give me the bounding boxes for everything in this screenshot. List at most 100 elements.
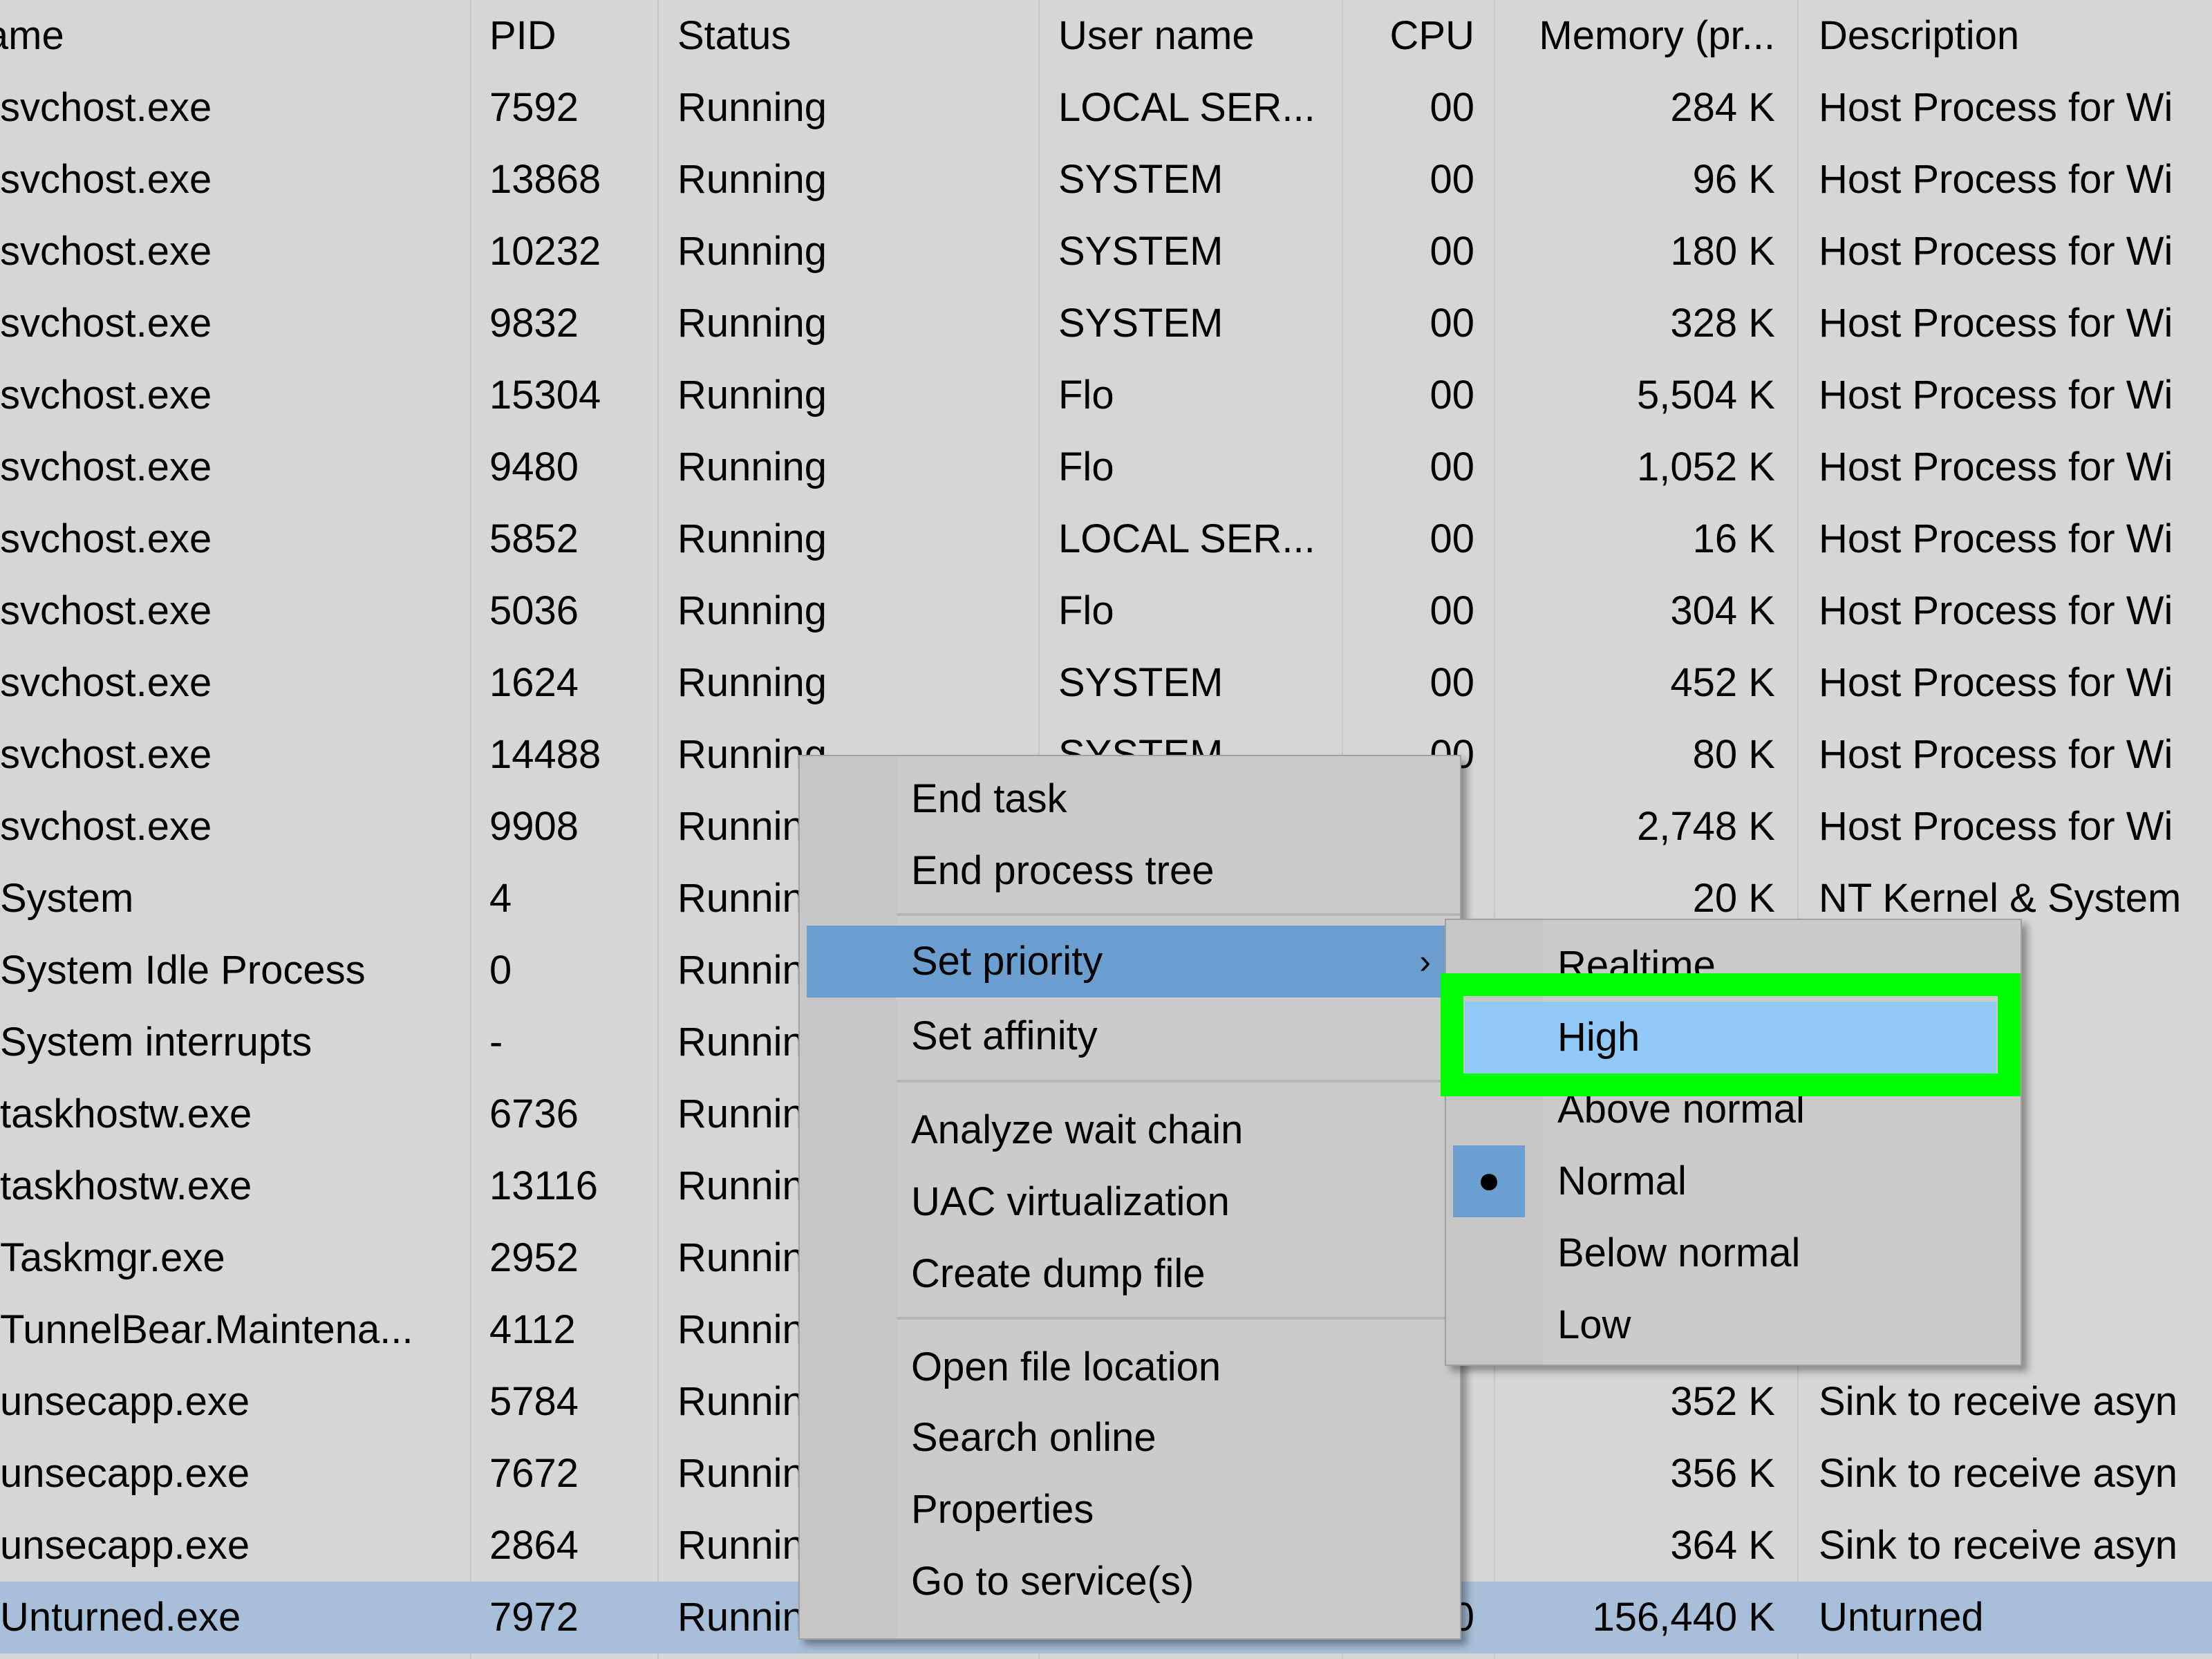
table-header: Name ⌃ PID Status User name CPU Memory (… [0,0,2212,72]
priority-option-below-normal[interactable]: Below normal [1446,1217,2021,1289]
menu-item-end-process-tree[interactable]: End process tree [800,835,1460,907]
cell-pid: 7592 [489,85,579,130]
cell-name: Unturned.exe [0,1595,241,1640]
menu-item-open-file-location[interactable]: Open file location [800,1331,1460,1403]
cell-name: svchost.exe [0,588,212,633]
cell-user: Flo [1058,444,1114,489]
highlight-box [1441,973,2021,1096]
menu-item-label: Open file location [911,1344,1221,1389]
cell-pid: 7972 [489,1595,579,1640]
cell-pid: 4112 [489,1307,576,1352]
table-row[interactable]: svchost.exe 1624 Running SYSTEM 00 452 K Host … [0,647,2212,719]
menu-item-analyze-wait-chain[interactable]: Analyze wait chain [800,1094,1460,1166]
cell-memory: 304 K [1670,588,1775,633]
cell-description: Host Process for Wi [1819,229,2173,274]
cell-memory: 2,748 K [1637,804,1775,849]
cell-user: LOCAL SER... [1058,85,1315,130]
cell-name: System interrupts [0,1020,312,1065]
menu-item-end-task[interactable]: End task [800,763,1460,835]
cell-status: Running [677,660,827,705]
chevron-right-icon: › [1419,942,1431,981]
table-row[interactable]: svchost.exe 5852 Running LOCAL SER... 00 16 K… [0,503,2212,575]
cell-cpu: 00 [1430,157,1474,202]
cell-pid: 4 [489,876,512,921]
cell-description: Unturned [1819,1595,1984,1640]
priority-option-label: Below normal [1557,1230,1801,1275]
cell-status: Running [677,229,827,274]
cell-name: svchost.exe [0,444,212,489]
cell-pid: 5036 [489,588,579,633]
table-row[interactable]: svchost.exe 13868 Running SYSTEM 00 96 K Host … [0,144,2212,216]
column-header-description[interactable]: Description [1819,0,2212,72]
menu-item-label: Analyze wait chain [911,1107,1244,1152]
column-header-user[interactable]: User name [1058,0,1335,72]
menu-item-label: Set affinity [911,1013,1098,1058]
table-row[interactable]: svchost.exe 15304 Running Flo 00 5,504 K Host … [0,359,2212,431]
menu-item-search-online[interactable]: Search online [800,1402,1460,1474]
cell-user: Flo [1058,373,1114,418]
table-row[interactable]: svchost.exe 5036 Running Flo 00 304 K Host Pro… [0,575,2212,647]
column-header-status[interactable]: Status [677,0,1023,72]
cell-pid: 10232 [489,229,601,274]
menu-item-set-priority[interactable]: Set priority › [807,926,1445,997]
cell-cpu: 00 [1430,301,1474,346]
cell-pid: 2864 [489,1523,579,1568]
cell-pid: 5852 [489,516,579,561]
cell-user: SYSTEM [1058,157,1224,202]
cell-pid: 14488 [489,732,601,777]
cell-cpu: 00 [1430,229,1474,274]
cell-memory: 80 K [1692,732,1775,777]
cell-pid: 9480 [489,444,579,489]
menu-item-label: Search online [911,1415,1156,1460]
menu-item-set-affinity[interactable]: Set affinity [800,1000,1460,1072]
priority-option-normal[interactable]: Normal ● [1446,1145,2021,1217]
cell-name: svchost.exe [0,732,212,777]
menu-item-properties[interactable]: Properties [800,1474,1460,1546]
column-header-cpu[interactable]: CPU [1344,0,1474,72]
cell-cpu: 00 [1430,373,1474,418]
cell-description: Host Process for Wi [1819,804,2173,849]
cell-name: System [0,876,134,921]
cell-memory: 364 K [1670,1523,1775,1568]
cell-pid: 9832 [489,301,579,346]
cell-description: Sink to receive asyn [1819,1451,2178,1496]
column-header-memory[interactable]: Memory (pr... [1497,0,1775,72]
cell-memory: 96 K [1692,157,1775,202]
menu-item-create-dump-file[interactable]: Create dump file [800,1238,1460,1310]
menu-item-label: Properties [911,1487,1094,1532]
cell-name: svchost.exe [0,516,212,561]
cell-cpu: 00 [1430,516,1474,561]
cell-pid: 5784 [489,1379,579,1424]
column-header-pid[interactable]: PID [489,0,655,72]
menu-item-label: End process tree [911,848,1215,893]
table-row[interactable]: svchost.exe 9832 Running SYSTEM 00 328 K Host … [0,288,2212,359]
cell-status: Running [677,373,827,418]
cell-name: svchost.exe [0,85,212,130]
cell-user: SYSTEM [1058,229,1224,274]
cell-name: svchost.exe [0,660,212,705]
menu-item-go-to-service-s[interactable]: Go to service(s) [800,1546,1460,1618]
cell-status: Running [677,588,827,633]
cell-pid: 13116 [489,1163,598,1208]
cell-name: taskhostw.exe [0,1091,252,1136]
menu-item-label: Create dump file [911,1251,1206,1296]
cell-pid: 13868 [489,157,601,202]
cell-description: Sink to receive asyn [1819,1523,2178,1568]
cell-name: svchost.exe [0,373,212,418]
cell-memory: 16 K [1692,516,1775,561]
cell-pid: 1624 [489,660,579,705]
cell-description: Host Process for Wi [1819,588,2173,633]
cell-name: TunnelBear.Maintena... [0,1307,413,1352]
column-header-name[interactable]: Name [0,0,441,72]
table-row[interactable]: svchost.exe 9480 Running Flo 00 1,052 K Host P… [0,431,2212,503]
cell-name: unsecapp.exe [0,1451,250,1496]
priority-option-low[interactable]: Low [1446,1289,2021,1361]
cell-memory: 352 K [1670,1379,1775,1424]
menu-item-uac-virtualization[interactable]: UAC virtualization [800,1166,1460,1238]
cell-memory: 1,052 K [1637,444,1775,489]
cell-name: svchost.exe [0,157,212,202]
table-row[interactable]: svchost.exe 7592 Running LOCAL SER... 00 284 … [0,72,2212,144]
table-row[interactable]: svchost.exe 10232 Running SYSTEM 00 180 K Host… [0,216,2212,288]
cell-pid: 7672 [489,1451,579,1496]
cell-user: Flo [1058,588,1114,633]
